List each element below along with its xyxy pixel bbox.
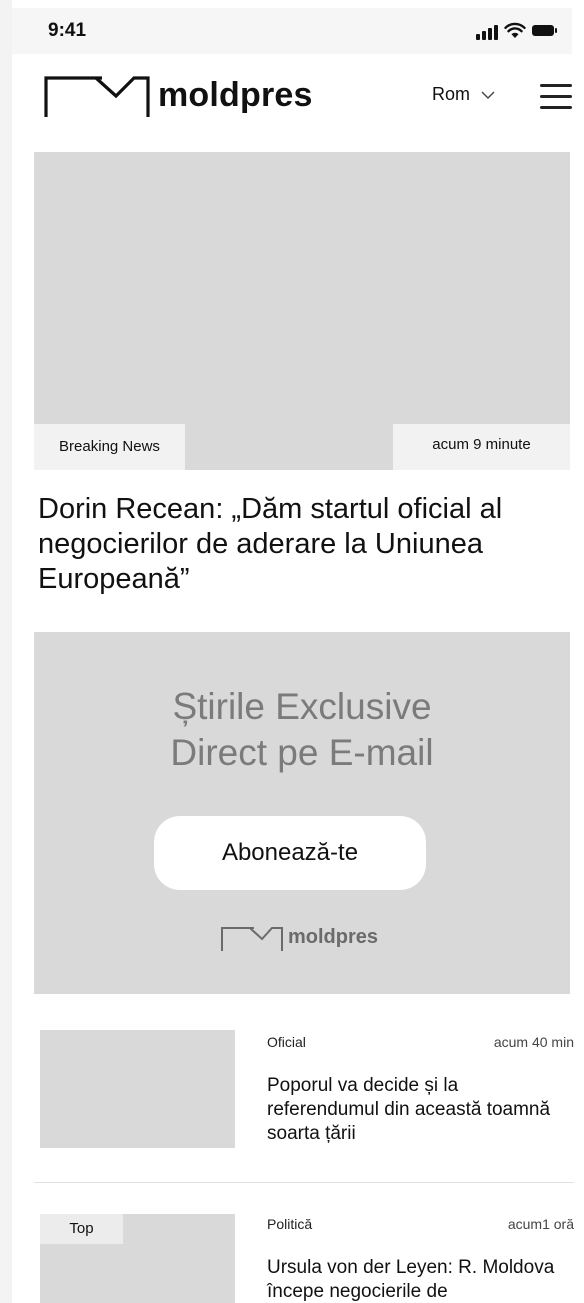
top-badge: Top [40, 1214, 123, 1244]
battery-icon [532, 25, 557, 36]
promo-logo: moldpres [220, 926, 390, 952]
divider [34, 1182, 574, 1183]
chevron-down-icon [481, 91, 495, 100]
logo-mark-icon [221, 927, 283, 951]
hero-headline[interactable]: Dorin Recean: „Dăm startul oficial al ne… [38, 492, 568, 597]
article-thumbnail[interactable]: Top [40, 1214, 235, 1303]
moldpres-logo[interactable]: moldpres [44, 74, 334, 118]
breaking-news-badge: Breaking News [34, 424, 185, 470]
promo-title-line2: Direct pe E-mail [170, 732, 434, 773]
status-icons [470, 22, 560, 40]
article-timestamp: acum 40 min [493, 1034, 574, 1050]
article-thumbnail[interactable] [40, 1030, 235, 1148]
hamburger-menu-icon[interactable] [540, 82, 572, 110]
status-bar: 9:41 [12, 8, 572, 54]
language-label: Rom [432, 84, 471, 104]
list-item[interactable]: Top Politică acum1 oră Ursula von der Le… [34, 1214, 574, 1303]
article-headline[interactable]: Ursula von der Leyen: R. Moldova începe … [267, 1256, 572, 1303]
article-category[interactable]: Politică [267, 1216, 312, 1232]
header: moldpres Rom [12, 54, 572, 140]
promo-logo-text: moldpres [288, 926, 379, 948]
article-category[interactable]: Oficial [267, 1034, 306, 1050]
subscribe-button[interactable]: Abonează-te [154, 816, 426, 890]
app-screen: 9:41 moldpres Rom Breaking News acum 9 m… [0, 0, 584, 1303]
logo-mark-icon [44, 76, 150, 117]
newsletter-promo: Știrile Exclusive Direct pe E-mail Abone… [34, 632, 570, 994]
wifi-icon [504, 22, 526, 38]
list-item[interactable]: Oficial acum 40 min Poporul va decide și… [34, 1030, 574, 1170]
language-selector[interactable]: Rom [432, 84, 495, 108]
article-headline[interactable]: Poporul va decide și la referendumul din… [267, 1074, 572, 1146]
signal-icon [476, 24, 498, 40]
logo-text: moldpres [158, 76, 313, 114]
hero-timestamp: acum 9 minute [393, 424, 570, 470]
status-time: 9:41 [48, 20, 87, 41]
article-timestamp: acum1 oră [507, 1216, 574, 1232]
left-edge [0, 0, 12, 1303]
promo-title: Știrile Exclusive Direct pe E-mail [34, 684, 570, 776]
promo-title-line1: Știrile Exclusive [172, 686, 432, 727]
hero-image[interactable]: Breaking News acum 9 minute [34, 152, 570, 470]
